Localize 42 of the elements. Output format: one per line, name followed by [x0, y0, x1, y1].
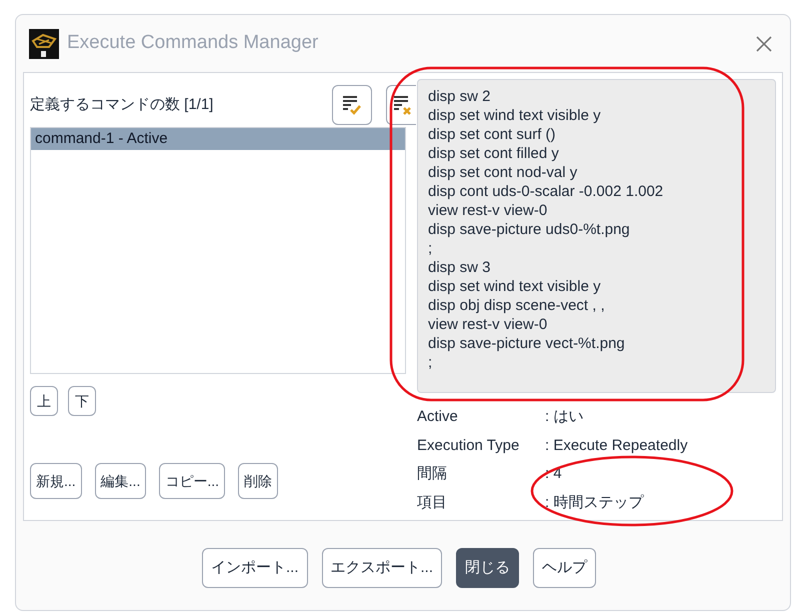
deactivate-button[interactable] — [386, 85, 416, 125]
code-line: disp obj disp scene-vect , , — [428, 296, 606, 315]
action-button[interactable]: 新規... — [30, 463, 82, 499]
list-check-icon — [340, 93, 364, 117]
app-logo-icon — [29, 28, 59, 58]
list-cross-icon — [391, 93, 413, 117]
code-line: disp save-picture uds0-%t.png — [428, 220, 631, 239]
detail-value: : Execute Repeatedly — [545, 436, 689, 456]
detail-label: Active — [417, 407, 459, 427]
code-line: disp sw 3 — [428, 258, 492, 277]
action-button[interactable]: コピー... — [159, 463, 226, 499]
code-line: view rest-v view-0 — [428, 315, 548, 334]
code-line: ; — [428, 353, 434, 372]
code-line: disp set wind text visible y — [428, 106, 602, 125]
footer-button[interactable]: インポート... — [202, 548, 308, 588]
footer-button[interactable]: ヘルプ — [533, 548, 596, 588]
action-button[interactable]: 削除 — [238, 463, 278, 499]
move-button[interactable]: 上 — [30, 386, 58, 416]
code-line: disp set cont surf () — [428, 125, 557, 144]
command-count-label: 定義するコマンドの数 [1/1] — [30, 94, 214, 115]
code-line: disp set wind text visible y — [428, 277, 602, 296]
list-item[interactable]: command-1 - Active — [31, 128, 405, 150]
code-line: disp set cont filled y — [428, 144, 560, 163]
close-icon[interactable] — [755, 34, 773, 52]
code-line: disp set cont nod-val y — [428, 163, 578, 182]
move-button[interactable]: 下 — [68, 386, 96, 416]
code-line: ; — [428, 239, 434, 258]
detail-label: 間隔 — [417, 464, 448, 484]
code-line: disp cont uds-0-scalar -0.002 1.002 — [428, 182, 664, 201]
detail-label: 項目 — [417, 492, 448, 512]
code-line: disp save-picture vect-%t.png — [428, 334, 626, 353]
footer-button[interactable]: エクスポート... — [322, 548, 442, 588]
code-line: disp sw 2 — [428, 87, 492, 106]
detail-value: : はい — [545, 407, 584, 427]
detail-value: : 時間ステップ — [545, 492, 645, 512]
activate-button[interactable] — [332, 85, 372, 125]
detail-label: Execution Type — [417, 436, 520, 456]
action-button[interactable]: 編集... — [94, 463, 146, 499]
footer-button[interactable]: 閉じる — [456, 548, 520, 588]
window-title: Execute Commands Manager — [67, 31, 318, 56]
command-text-area[interactable] — [417, 79, 776, 393]
code-line: view rest-v view-0 — [428, 201, 548, 220]
